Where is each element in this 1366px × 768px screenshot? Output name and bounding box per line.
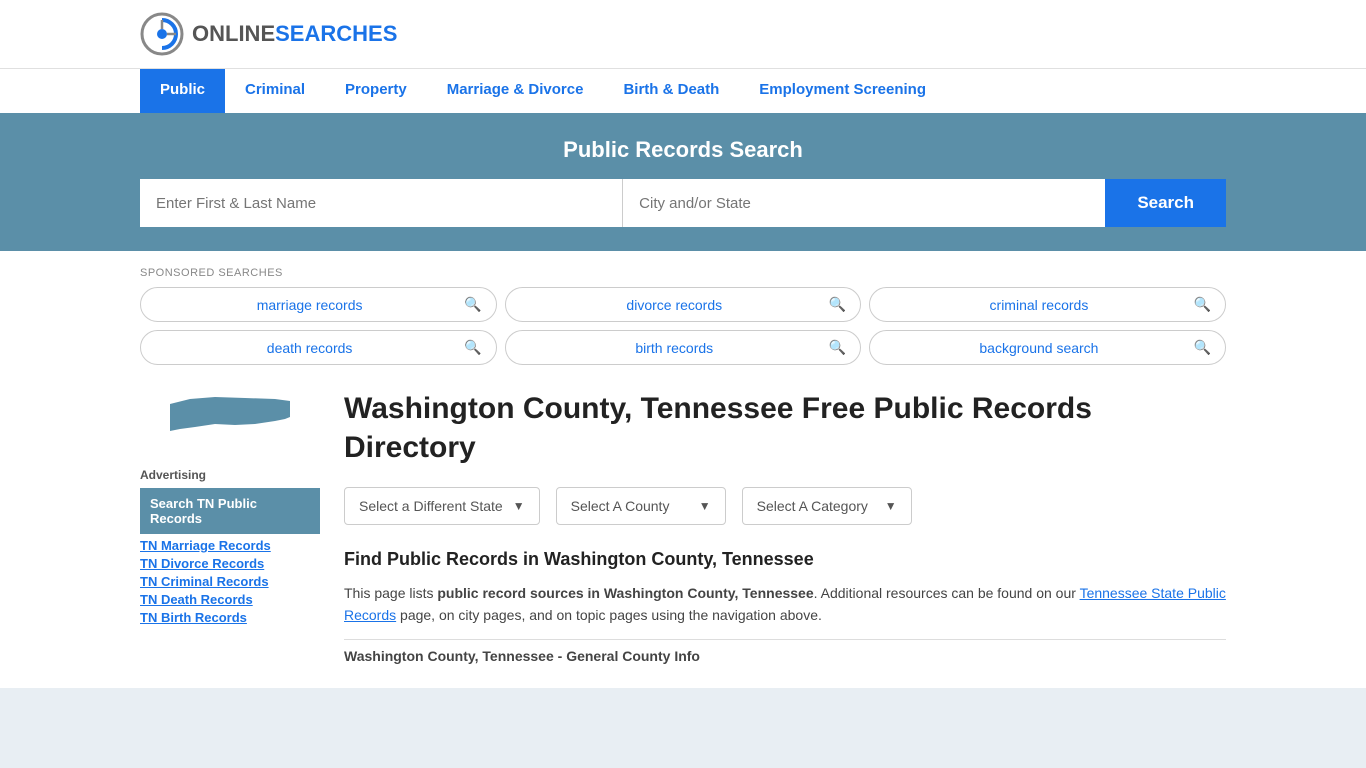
nav-item-public[interactable]: Public	[140, 69, 225, 113]
logo[interactable]: ONLINESEARCHES	[140, 12, 397, 56]
header: ONLINESEARCHES	[0, 0, 1366, 68]
main-content: SPONSORED SEARCHES marriage records 🔍 di…	[0, 251, 1366, 688]
sponsored-pill-text-birth: birth records	[520, 340, 829, 356]
sponsored-pill-death[interactable]: death records 🔍	[140, 330, 497, 365]
state-map	[140, 389, 320, 452]
search-icon-death: 🔍	[464, 339, 481, 356]
sponsored-label: SPONSORED SEARCHES	[140, 267, 1226, 279]
sidebar-link-marriage[interactable]: TN Marriage Records	[140, 538, 320, 553]
nav-item-marriage-divorce[interactable]: Marriage & Divorce	[427, 69, 604, 113]
find-description-part1: This page lists	[344, 585, 437, 601]
sponsored-pill-background[interactable]: background search 🔍	[869, 330, 1226, 365]
sponsored-pill-divorce[interactable]: divorce records 🔍	[505, 287, 862, 322]
category-dropdown-arrow: ▼	[885, 499, 897, 513]
county-dropdown-arrow: ▼	[699, 499, 711, 513]
search-form: Search	[140, 179, 1226, 227]
nav-item-employment[interactable]: Employment Screening	[739, 69, 946, 113]
name-search-input[interactable]	[140, 179, 623, 227]
search-icon-divorce: 🔍	[829, 296, 846, 313]
main-nav: Public Criminal Property Marriage & Divo…	[0, 68, 1366, 113]
content-row: Advertising Search TN Public Records TN …	[140, 389, 1226, 664]
search-icon-birth: 🔍	[829, 339, 846, 356]
search-icon-marriage: 🔍	[464, 296, 481, 313]
sponsored-pill-marriage[interactable]: marriage records 🔍	[140, 287, 497, 322]
category-dropdown[interactable]: Select A Category ▼	[742, 487, 912, 525]
category-dropdown-label: Select A Category	[757, 498, 868, 514]
state-dropdown-label: Select a Different State	[359, 498, 503, 514]
sponsored-pill-birth[interactable]: birth records 🔍	[505, 330, 862, 365]
nav-item-criminal[interactable]: Criminal	[225, 69, 325, 113]
sidebar-link-birth[interactable]: TN Birth Records	[140, 610, 320, 625]
sponsored-pill-text-marriage: marriage records	[155, 297, 464, 313]
state-dropdown[interactable]: Select a Different State ▼	[344, 487, 540, 525]
find-description-part2: . Additional resources can be found on o…	[814, 585, 1080, 601]
county-dropdown-label: Select A County	[571, 498, 670, 514]
sidebar-link-death[interactable]: TN Death Records	[140, 592, 320, 607]
sponsored-pill-text-background: background search	[884, 340, 1193, 356]
sponsored-pill-text-criminal: criminal records	[884, 297, 1193, 313]
tennessee-state-shape	[165, 389, 295, 449]
sponsored-pill-criminal[interactable]: criminal records 🔍	[869, 287, 1226, 322]
sidebar: Advertising Search TN Public Records TN …	[140, 389, 320, 628]
search-icon-criminal: 🔍	[1194, 296, 1211, 313]
logo-text: ONLINESEARCHES	[192, 21, 397, 47]
sidebar-advertising-label: Advertising	[140, 468, 320, 482]
sponsored-pill-text-death: death records	[155, 340, 464, 356]
nav-item-birth-death[interactable]: Birth & Death	[603, 69, 739, 113]
nav-item-property[interactable]: Property	[325, 69, 427, 113]
find-description-bold1: public record sources in Washington Coun…	[437, 585, 813, 601]
sidebar-link-divorce[interactable]: TN Divorce Records	[140, 556, 320, 571]
search-icon-background: 🔍	[1194, 339, 1211, 356]
search-button[interactable]: Search	[1105, 179, 1226, 227]
article: Washington County, Tennessee Free Public…	[344, 389, 1226, 664]
location-search-input[interactable]	[623, 179, 1105, 227]
search-banner-title: Public Records Search	[140, 137, 1226, 163]
article-title: Washington County, Tennessee Free Public…	[344, 389, 1226, 467]
dropdowns-row: Select a Different State ▼ Select A Coun…	[344, 487, 1226, 525]
sponsored-grid: marriage records 🔍 divorce records 🔍 cri…	[140, 287, 1226, 365]
logo-icon	[140, 12, 184, 56]
state-dropdown-arrow: ▼	[513, 499, 525, 513]
find-description-part3: page, on city pages, and on topic pages …	[396, 607, 822, 623]
sidebar-link-criminal[interactable]: TN Criminal Records	[140, 574, 320, 589]
find-title: Find Public Records in Washington County…	[344, 549, 1226, 570]
sponsored-pill-text-divorce: divorce records	[520, 297, 829, 313]
county-dropdown[interactable]: Select A County ▼	[556, 487, 726, 525]
sidebar-ad-item[interactable]: Search TN Public Records	[140, 488, 320, 534]
section-subtitle: Washington County, Tennessee - General C…	[344, 648, 1226, 664]
section-divider	[344, 639, 1226, 640]
find-description: This page lists public record sources in…	[344, 582, 1226, 627]
search-banner: Public Records Search Search	[0, 113, 1366, 251]
